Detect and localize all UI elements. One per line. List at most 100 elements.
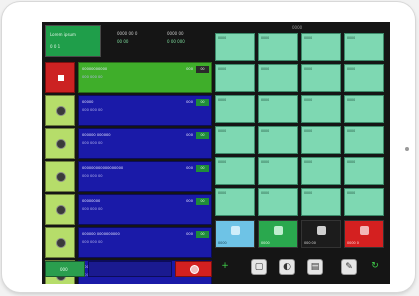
pad-label: 0000 bbox=[218, 36, 227, 40]
app-screen: Lorem ipsum 0 0 1 0000 00 0 0000 00 00 0… bbox=[42, 22, 390, 284]
action-button-4[interactable]: 0000 0 bbox=[344, 220, 384, 248]
pad-label: 0000 bbox=[304, 191, 313, 195]
pad-cell[interactable]: 0000 bbox=[215, 126, 255, 154]
channel-tag[interactable]: 00 bbox=[196, 198, 209, 205]
channel-row[interactable]: 00000000000 000 000 00 000 00 bbox=[45, 62, 212, 93]
pad-label: 0000 bbox=[261, 160, 270, 164]
channel-bar[interactable]: 00000000000 000 000 00 000 00 bbox=[78, 62, 212, 93]
channel-name: 000000000000000000 bbox=[82, 166, 124, 170]
channel-row[interactable]: 000000000000000000 000 000 00 000 00 bbox=[45, 161, 212, 192]
main-menu-button[interactable]: Lorem ipsum 0 0 1 bbox=[45, 25, 101, 57]
pad-cell[interactable]: 0000 bbox=[258, 64, 298, 92]
channel-row[interactable]: 000000 000000 000 000 00 000 00 bbox=[45, 128, 212, 159]
channel-row[interactable]: 00000 000 000 00 000 00 bbox=[45, 95, 212, 126]
pad-cell[interactable]: 0000 bbox=[215, 33, 255, 61]
knob-icon[interactable] bbox=[45, 161, 75, 192]
pad-cell[interactable]: 0000 bbox=[301, 188, 341, 216]
bottom-toolbar: + ▢ ◐ ▤ ✎ ↻ bbox=[215, 256, 387, 280]
pad-label: 0000 bbox=[304, 98, 313, 102]
pad-cell[interactable]: 0000 bbox=[301, 95, 341, 123]
knob-icon[interactable] bbox=[45, 95, 75, 126]
alert-icon bbox=[359, 226, 369, 235]
channel-bar[interactable]: 000000 0000000000 000 000 00 000 00 bbox=[78, 227, 212, 258]
pad-label: 0000 bbox=[261, 191, 270, 195]
knob-icon[interactable] bbox=[45, 227, 75, 258]
pad-label: 0000 bbox=[261, 129, 270, 133]
header-info-2: 0000 00 bbox=[167, 31, 184, 36]
bottom-blue-bar[interactable] bbox=[88, 261, 172, 277]
channel-value: 000 bbox=[186, 67, 193, 71]
channel-bar[interactable]: 000000 000000 000 000 00 000 00 bbox=[78, 128, 212, 159]
header-info-3: 00 00 bbox=[117, 39, 129, 44]
channel-tag[interactable]: 00 bbox=[196, 99, 209, 106]
tablet-frame: Lorem ipsum 0 0 1 0000 00 0 0000 00 00 0… bbox=[2, 2, 415, 292]
knob-icon[interactable] bbox=[45, 128, 75, 159]
pad-cell[interactable]: 0000 bbox=[344, 64, 384, 92]
pad-cell[interactable]: 0000 bbox=[258, 188, 298, 216]
header-info-1: 0000 00 0 bbox=[117, 31, 138, 36]
channel-tag[interactable]: 00 bbox=[196, 66, 209, 73]
bottom-green-label: 000 bbox=[60, 267, 68, 272]
channel-sub: 000 000 00 bbox=[82, 108, 103, 112]
action-button-2[interactable]: 0000 bbox=[258, 220, 298, 248]
pad-label: 0000 bbox=[347, 160, 356, 164]
square-icon[interactable]: ▢ bbox=[251, 259, 267, 275]
action-button-1[interactable]: 0000 bbox=[215, 220, 255, 248]
pad-cell[interactable]: 0000 bbox=[344, 95, 384, 123]
pad-cell[interactable]: 0000 bbox=[301, 64, 341, 92]
pad-label: 0000 bbox=[304, 67, 313, 71]
pad-label: 0000 bbox=[261, 98, 270, 102]
channel-name: 00000000 bbox=[82, 199, 101, 203]
grid-title: 0000 bbox=[292, 25, 303, 30]
channel-tag[interactable]: 00 bbox=[196, 165, 209, 172]
pad-label: 0000 bbox=[218, 98, 227, 102]
pad-label: 0000 bbox=[347, 98, 356, 102]
pad-cell[interactable]: 0000 bbox=[344, 126, 384, 154]
pad-cell[interactable]: 0000 bbox=[301, 33, 341, 61]
top-header: Lorem ipsum 0 0 1 0000 00 0 0000 00 00 0… bbox=[45, 25, 205, 59]
knob-icon[interactable] bbox=[45, 194, 75, 225]
stop-icon[interactable] bbox=[45, 62, 75, 93]
pad-cell[interactable]: 0000 bbox=[258, 95, 298, 123]
refresh-icon[interactable]: ↻ bbox=[367, 259, 383, 275]
channel-name: 00000000000 bbox=[82, 67, 108, 71]
pad-cell[interactable]: 0000 bbox=[344, 33, 384, 61]
channel-row[interactable]: 00000000 000 000 00 000 00 bbox=[45, 194, 212, 225]
pad-cell[interactable]: 0000 bbox=[301, 126, 341, 154]
pad-cell[interactable]: 0000 bbox=[258, 157, 298, 185]
channel-name: 000000 000000 bbox=[82, 133, 111, 137]
pad-cell[interactable]: 0000 bbox=[215, 64, 255, 92]
pad-cell[interactable]: 0000 bbox=[258, 126, 298, 154]
channel-tag[interactable]: 00 bbox=[196, 132, 209, 139]
action-button-3[interactable]: 000 00 bbox=[301, 220, 341, 248]
channel-sub: 000 000 00 bbox=[82, 174, 103, 178]
channel-name: 000000 0000000000 bbox=[82, 232, 120, 236]
pad-cell[interactable]: 0000 bbox=[344, 188, 384, 216]
record-button[interactable] bbox=[175, 261, 212, 277]
bottom-green-button[interactable]: 000 bbox=[45, 261, 85, 277]
channel-value: 000 bbox=[186, 166, 193, 170]
pad-cell[interactable]: 0000 bbox=[344, 157, 384, 185]
action-label: 0000 bbox=[218, 241, 227, 245]
pad-cell[interactable]: 0000 bbox=[215, 188, 255, 216]
pad-label: 0000 bbox=[304, 160, 313, 164]
pad-cell[interactable]: 0000 bbox=[301, 157, 341, 185]
channel-bar[interactable]: 00000000 000 000 00 000 00 bbox=[78, 194, 212, 225]
pad-cell[interactable]: 0000 bbox=[258, 33, 298, 61]
channel-tag[interactable]: 00 bbox=[196, 231, 209, 238]
dark-tile-icon bbox=[316, 226, 326, 235]
action-label: 0000 0 bbox=[347, 241, 359, 245]
channel-bar[interactable]: 00000 000 000 00 000 00 bbox=[78, 95, 212, 126]
palette-icon[interactable]: ◐ bbox=[279, 259, 295, 275]
channel-name: 00000 bbox=[82, 100, 94, 104]
action-label: 000 00 bbox=[304, 241, 316, 245]
pencil-icon[interactable]: ✎ bbox=[341, 259, 357, 275]
plus-icon[interactable]: + bbox=[217, 259, 233, 275]
pad-label: 0000 bbox=[304, 36, 313, 40]
pad-cell[interactable]: 0000 bbox=[215, 95, 255, 123]
channel-row[interactable]: 000000 0000000000 000 000 00 000 00 bbox=[45, 227, 212, 258]
record-icon bbox=[190, 265, 199, 274]
document-icon[interactable]: ▤ bbox=[307, 259, 323, 275]
channel-bar[interactable]: 000000000000000000 000 000 00 000 00 bbox=[78, 161, 212, 192]
pad-cell[interactable]: 0000 bbox=[215, 157, 255, 185]
